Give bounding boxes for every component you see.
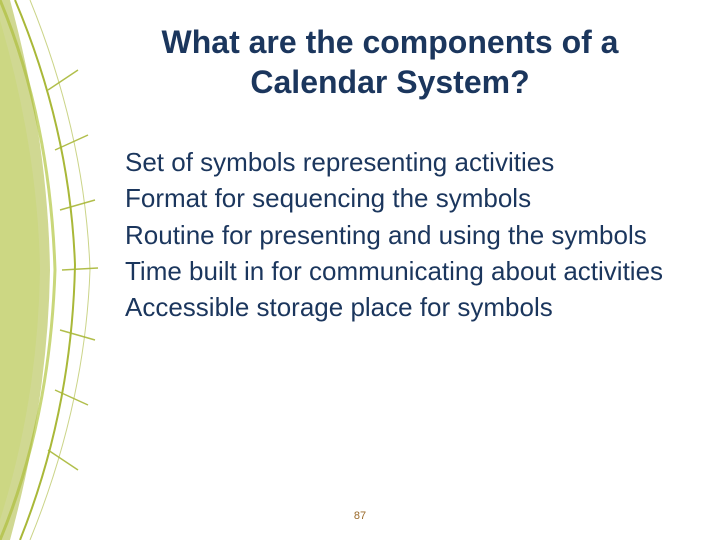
slide: What are the components of a Calendar Sy… <box>0 0 720 540</box>
list-item: Accessible storage place for symbols <box>125 290 675 324</box>
list-item: Time built in for communicating about ac… <box>125 254 675 288</box>
page-number: 87 <box>0 510 720 522</box>
title-line-2: Calendar System? <box>250 64 529 100</box>
list-item: Set of symbols representing activities <box>125 145 675 179</box>
list-item: Routine for presenting and using the sym… <box>125 218 675 252</box>
body-content: Set of symbols representing activities F… <box>125 145 675 327</box>
title-line-1: What are the components of a <box>162 24 619 60</box>
list-item: Format for sequencing the symbols <box>125 181 675 215</box>
leaf-decoration <box>0 0 110 540</box>
slide-title: What are the components of a Calendar Sy… <box>100 22 680 102</box>
